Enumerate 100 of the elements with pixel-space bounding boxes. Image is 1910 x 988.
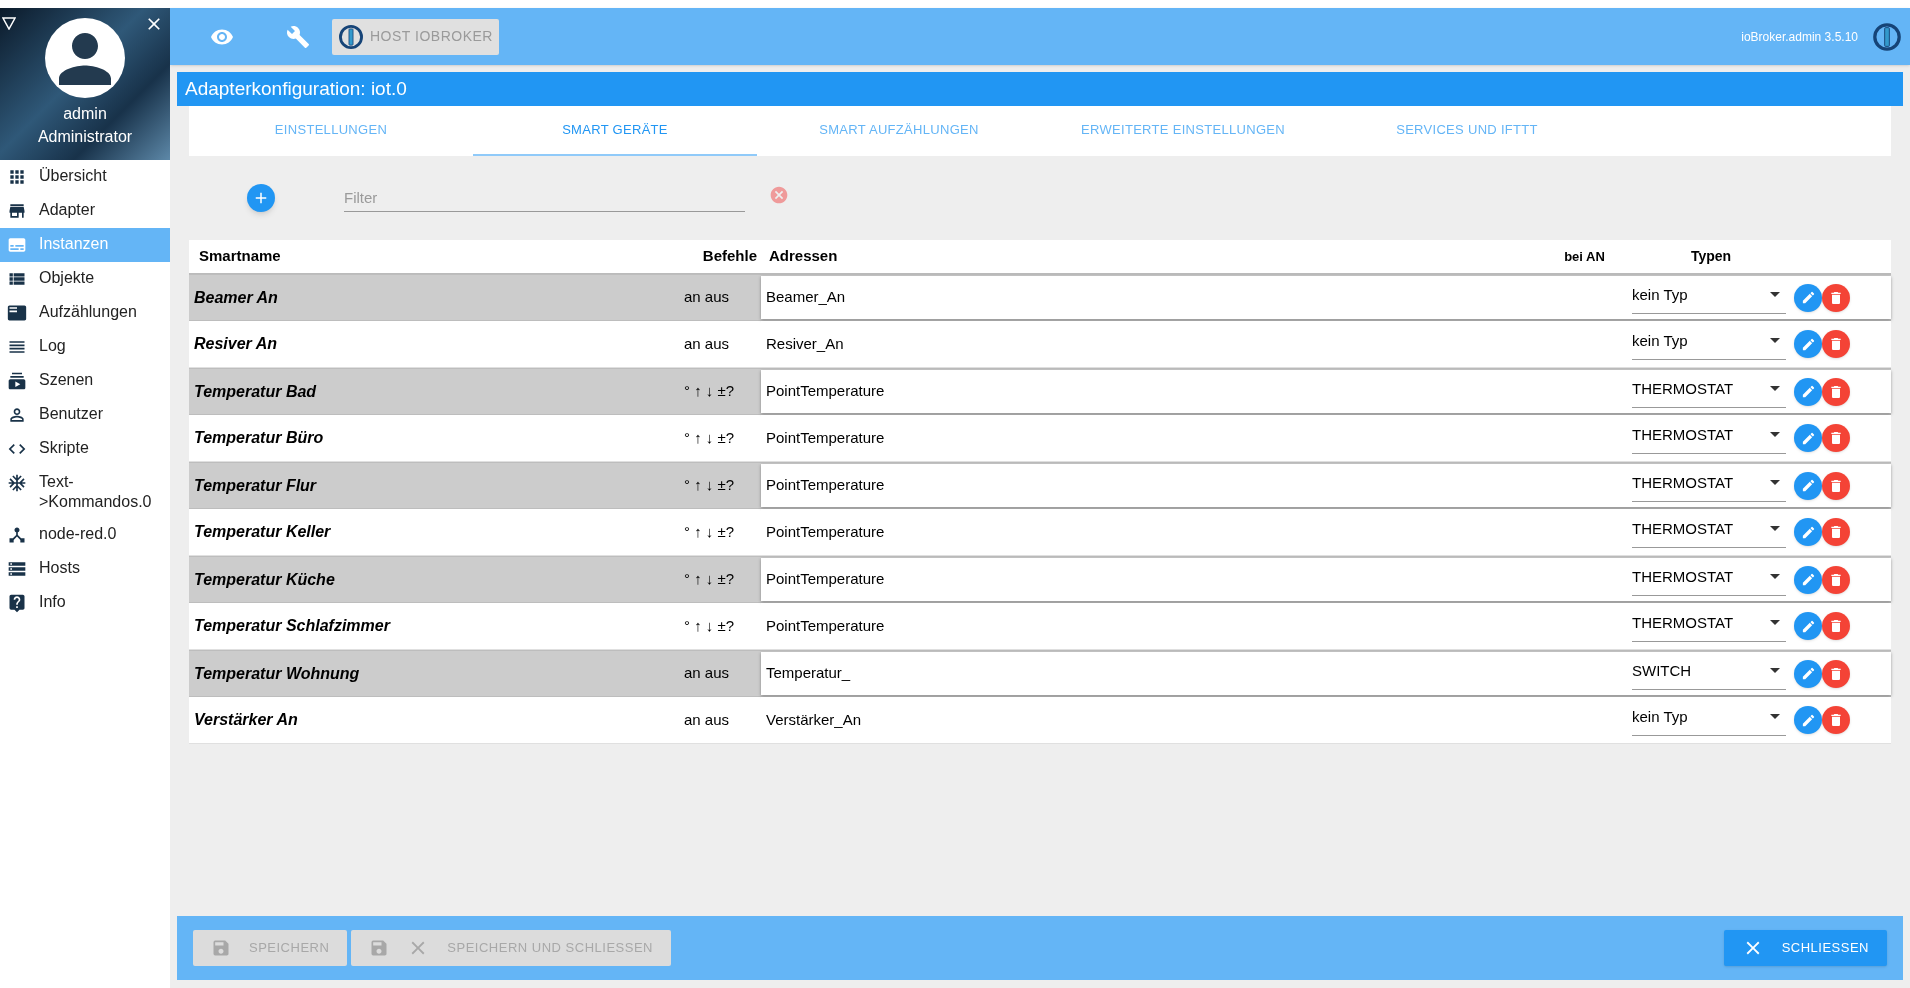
smartname-cell-text: Temperatur Küche xyxy=(193,569,336,590)
edit-button[interactable] xyxy=(1794,330,1822,358)
clear-icon[interactable] xyxy=(769,185,789,205)
address-cell-text: PointTemperature xyxy=(765,475,886,496)
delete-button[interactable] xyxy=(1822,377,1850,406)
nav-item[interactable]: node-red.0 xyxy=(0,518,170,552)
user-name: admin xyxy=(63,104,107,124)
type-select[interactable]: THERMOSTAT xyxy=(1632,516,1786,548)
edit-button[interactable] xyxy=(1794,471,1822,500)
type-select[interactable]: SWITCH xyxy=(1632,657,1786,690)
trash-icon xyxy=(1828,618,1844,634)
pencil-icon xyxy=(1800,712,1816,728)
nav-item[interactable]: Text->Kommandos.0 xyxy=(0,466,170,518)
caret-icon xyxy=(1770,385,1780,391)
address-cell-text: Verstärker_An xyxy=(765,709,863,730)
smartname-cell-text: Temperatur Flur xyxy=(193,475,318,496)
type-select[interactable]: THERMOSTAT xyxy=(1632,375,1786,408)
nav-item[interactable]: Hosts xyxy=(0,552,170,586)
nav-item[interactable]: Aufzählungen xyxy=(0,296,170,330)
pencil-icon xyxy=(1800,384,1816,399)
column-header: Typen xyxy=(1689,247,1733,266)
type-select[interactable]: THERMOSTAT xyxy=(1632,469,1786,502)
column-header: Smartname xyxy=(198,246,282,267)
commands-cell-text: ° ↑ ↓ ±? xyxy=(683,615,736,636)
edit-button[interactable] xyxy=(1794,283,1822,312)
address-cell-text: Beamer_An xyxy=(765,287,847,308)
wrench-icon[interactable] xyxy=(286,24,310,49)
card-list-icon xyxy=(7,303,27,323)
type-select[interactable]: THERMOSTAT xyxy=(1632,422,1786,454)
nav-item[interactable]: Benutzer xyxy=(0,398,170,432)
nav-item[interactable]: Log xyxy=(0,330,170,364)
address-cell-text: PointTemperature xyxy=(765,569,886,590)
delete-button[interactable] xyxy=(1822,424,1850,452)
user-role: Administrator xyxy=(37,127,133,147)
trash-icon xyxy=(1828,524,1844,540)
pencil-icon xyxy=(1800,290,1816,305)
triangle-icon[interactable] xyxy=(2,16,16,30)
caret-icon xyxy=(1770,573,1780,579)
delete-button[interactable] xyxy=(1822,330,1850,358)
snowflake-icon xyxy=(7,473,27,493)
edit-button[interactable] xyxy=(1794,377,1822,406)
address-cell-text: Resiver_An xyxy=(765,333,845,354)
nav-item[interactable]: Szenen xyxy=(0,364,170,398)
nav-item[interactable]: Adapter xyxy=(0,194,170,228)
type-select[interactable]: kein Typ xyxy=(1632,281,1786,314)
commands-cell-text: ° ↑ ↓ ±? xyxy=(683,521,736,542)
filter-field[interactable]: Filter xyxy=(344,184,745,212)
nav-item[interactable]: Objekte xyxy=(0,262,170,296)
play-stack-icon xyxy=(7,371,27,391)
trash-icon xyxy=(1828,665,1844,682)
hub-icon xyxy=(7,525,27,545)
type-select[interactable]: THERMOSTAT xyxy=(1632,610,1786,642)
smartname-cell-text: Temperatur Büro xyxy=(193,428,325,448)
edit-button[interactable] xyxy=(1794,518,1822,546)
delete-button[interactable] xyxy=(1822,518,1850,546)
subtitles-icon xyxy=(7,235,27,255)
edit-button[interactable] xyxy=(1794,612,1822,640)
add-button[interactable] xyxy=(247,184,275,212)
delete-button[interactable] xyxy=(1822,659,1850,688)
smartname-cell-text: Temperatur Keller xyxy=(193,522,332,542)
floppy-icon xyxy=(369,938,390,958)
address-cell-text: PointTemperature xyxy=(765,521,886,542)
pencil-icon xyxy=(1800,666,1816,681)
column-header: Adressen xyxy=(768,246,839,267)
grid-icon xyxy=(7,167,27,187)
delete-button[interactable] xyxy=(1822,706,1850,734)
caret-icon xyxy=(1770,479,1780,485)
smartname-cell-text: Temperatur Bad xyxy=(193,381,318,402)
type-select[interactable]: kein Typ xyxy=(1632,328,1786,360)
type-select[interactable]: kein Typ xyxy=(1632,704,1786,736)
nav-item[interactable]: Skripte xyxy=(0,432,170,466)
smartname-cell-text: Resiver An xyxy=(193,334,278,354)
edit-button[interactable] xyxy=(1794,424,1822,452)
nav-item[interactable]: Übersicht xyxy=(0,160,170,194)
smartname-cell-text: Temperatur Wohnung xyxy=(193,663,361,684)
delete-button[interactable] xyxy=(1822,565,1850,594)
smartname-cell-text: Beamer An xyxy=(193,287,279,308)
nav-item[interactable]: Info xyxy=(0,586,170,620)
trash-icon xyxy=(1828,571,1844,588)
commands-cell-text: an aus xyxy=(683,333,731,354)
pencil-icon xyxy=(1800,618,1816,634)
commands-cell-text: ° ↑ ↓ ±? xyxy=(683,427,736,448)
address-cell-text: PointTemperature xyxy=(765,381,886,402)
delete-button[interactable] xyxy=(1822,612,1850,640)
commands-cell-text: an aus xyxy=(683,287,731,308)
delete-button[interactable] xyxy=(1822,283,1850,312)
commands-cell-text: an aus xyxy=(683,709,731,730)
commands-cell-text: ° ↑ ↓ ±? xyxy=(683,381,736,402)
trash-icon xyxy=(1828,430,1844,446)
delete-button[interactable] xyxy=(1822,471,1850,500)
pencil-icon xyxy=(1800,572,1816,587)
commands-cell-text: ° ↑ ↓ ±? xyxy=(683,475,736,496)
edit-button[interactable] xyxy=(1794,565,1822,594)
type-select[interactable]: THERMOSTAT xyxy=(1632,563,1786,596)
logo-icon xyxy=(1872,21,1902,52)
caret-icon xyxy=(1770,714,1780,719)
help-icon xyxy=(7,593,27,613)
edit-button[interactable] xyxy=(1794,659,1822,688)
edit-button[interactable] xyxy=(1794,706,1822,734)
store-icon xyxy=(7,201,27,221)
